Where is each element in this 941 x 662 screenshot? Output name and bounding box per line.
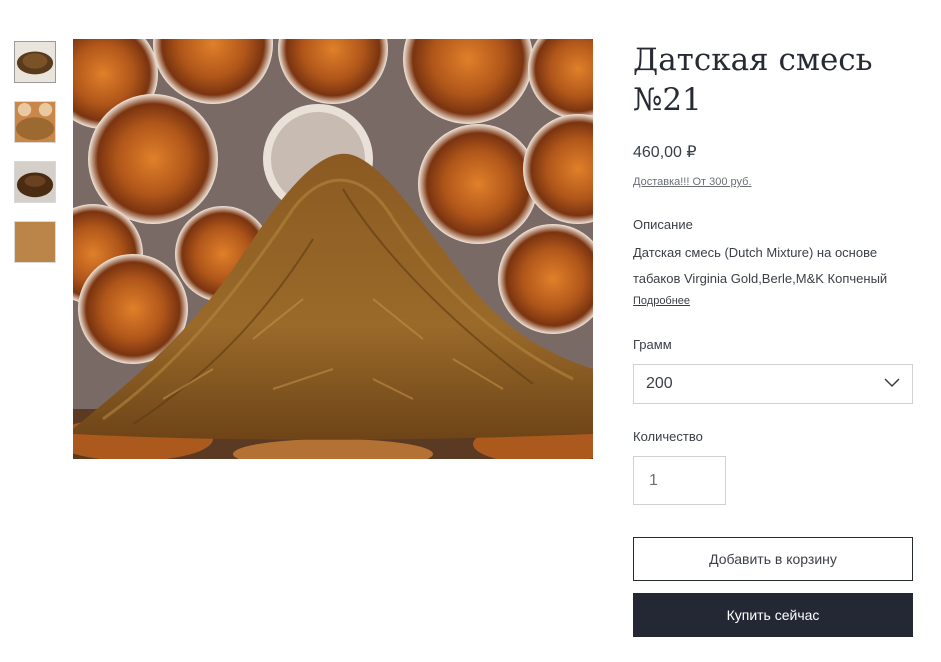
thumbnail-4[interactable]: [14, 221, 56, 263]
thumbnail-2[interactable]: [14, 101, 56, 143]
thumbnail-1-image: [15, 42, 55, 82]
quantity-label: Количество: [633, 429, 703, 444]
thumbnail-3-image: [15, 162, 55, 202]
delivery-link[interactable]: Доставка!!! От 300 руб.: [633, 176, 752, 188]
buy-now-button[interactable]: Купить сейчас: [633, 593, 913, 637]
description-label: Описание: [633, 217, 693, 232]
description-text: Датская смесь (Dutch Mixture) на основе …: [633, 245, 888, 286]
read-more-link[interactable]: Подробнее: [633, 295, 690, 307]
thumbnail-1[interactable]: [14, 41, 56, 83]
gram-selected-value: 200: [646, 375, 673, 392]
quantity-input[interactable]: [633, 456, 726, 505]
product-main-image[interactable]: [73, 39, 593, 459]
chevron-down-icon: [884, 375, 900, 393]
thumbnail-3[interactable]: [14, 161, 56, 203]
thumbnail-4-image: [15, 222, 55, 262]
gram-select[interactable]: 200: [633, 364, 913, 404]
thumbnail-2-image: [15, 102, 55, 142]
gram-label: Грамм: [633, 337, 672, 352]
tobacco-pile-image: [73, 39, 593, 459]
add-to-cart-button[interactable]: Добавить в корзину: [633, 537, 913, 581]
thumbnail-list: [14, 41, 58, 281]
product-title: Датская смесь №21: [633, 42, 873, 118]
product-price: 460,00 ₽: [633, 144, 697, 161]
